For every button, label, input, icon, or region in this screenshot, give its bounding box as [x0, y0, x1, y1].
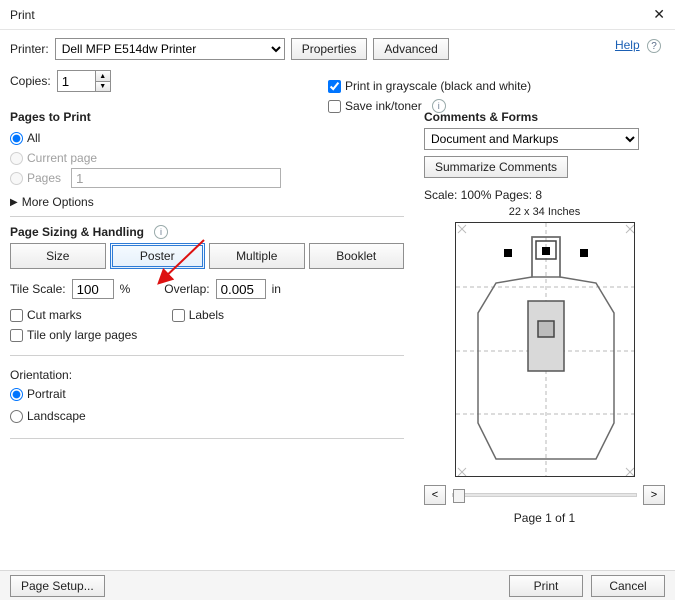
print-button[interactable]: Print: [509, 575, 583, 597]
page-indicator: Page 1 of 1: [424, 511, 665, 525]
radio-portrait[interactable]: [10, 388, 23, 401]
orientation-title: Orientation:: [10, 368, 404, 382]
booklet-button[interactable]: Booklet: [309, 243, 405, 269]
radio-landscape-label: Landscape: [27, 409, 86, 423]
grayscale-label: Print in grayscale (black and white): [345, 79, 531, 93]
tile-scale-input[interactable]: [72, 279, 114, 299]
radio-current-label: Current page: [27, 151, 97, 165]
more-options-label: More Options: [22, 195, 94, 209]
window-title: Print: [10, 8, 35, 22]
summarize-button[interactable]: Summarize Comments: [424, 156, 568, 178]
labels-label: Labels: [189, 308, 224, 322]
tileonly-checkbox[interactable]: [10, 329, 23, 342]
copies-input[interactable]: [57, 70, 95, 92]
radio-pages: [10, 172, 23, 185]
radio-landscape[interactable]: [10, 410, 23, 423]
overlap-input[interactable]: [216, 279, 266, 299]
print-preview: [455, 222, 635, 477]
radio-all[interactable]: [10, 132, 23, 145]
radio-pages-label: Pages: [27, 171, 61, 185]
sizing-title: Page Sizing & Handling: [10, 225, 144, 239]
radio-current: [10, 152, 23, 165]
saveink-label: Save ink/toner: [345, 99, 422, 113]
info-icon: i: [432, 99, 446, 113]
help-icon: ?: [647, 39, 661, 53]
sizing-info-icon: i: [154, 225, 168, 239]
cutmarks-checkbox[interactable]: [10, 309, 23, 322]
tile-scale-unit: %: [120, 282, 131, 296]
cancel-button[interactable]: Cancel: [591, 575, 665, 597]
multiple-button[interactable]: Multiple: [209, 243, 305, 269]
radio-all-label: All: [27, 131, 40, 145]
tile-scale-label: Tile Scale:: [10, 282, 66, 296]
copies-up-icon[interactable]: ▲: [95, 70, 111, 81]
preview-dimensions: 22 x 34 Inches: [424, 206, 665, 218]
prev-page-button[interactable]: <: [424, 485, 446, 505]
advanced-button[interactable]: Advanced: [373, 38, 448, 60]
scale-text: Scale: 100% Pages: 8: [424, 188, 665, 202]
printer-label: Printer:: [10, 42, 49, 56]
slider-thumb[interactable]: [453, 489, 465, 503]
close-icon[interactable]: ✕: [653, 6, 665, 23]
overlap-unit: in: [272, 282, 281, 296]
more-options-toggle[interactable]: ▶ More Options: [10, 192, 404, 212]
copies-label: Copies:: [10, 74, 51, 88]
triangle-right-icon: ▶: [10, 197, 18, 208]
help-link[interactable]: Help: [615, 38, 640, 52]
page-setup-button[interactable]: Page Setup...: [10, 575, 105, 597]
comments-select[interactable]: Document and Markups: [424, 128, 639, 150]
page-slider[interactable]: [452, 493, 637, 497]
pages-input: [71, 168, 281, 188]
radio-portrait-label: Portrait: [27, 387, 66, 401]
poster-button[interactable]: Poster: [110, 243, 206, 269]
cutmarks-label: Cut marks: [27, 308, 82, 322]
properties-button[interactable]: Properties: [291, 38, 368, 60]
copies-stepper[interactable]: ▲ ▼: [57, 70, 111, 92]
tileonly-label: Tile only large pages: [27, 328, 137, 342]
grayscale-checkbox[interactable]: [328, 80, 341, 93]
overlap-label: Overlap:: [164, 282, 209, 296]
copies-down-icon[interactable]: ▼: [95, 81, 111, 92]
printer-select[interactable]: Dell MFP E514dw Printer: [55, 38, 285, 60]
help-link-wrap: Help ?: [615, 38, 661, 53]
labels-checkbox[interactable]: [172, 309, 185, 322]
saveink-checkbox[interactable]: [328, 100, 341, 113]
next-page-button[interactable]: >: [643, 485, 665, 505]
size-button[interactable]: Size: [10, 243, 106, 269]
